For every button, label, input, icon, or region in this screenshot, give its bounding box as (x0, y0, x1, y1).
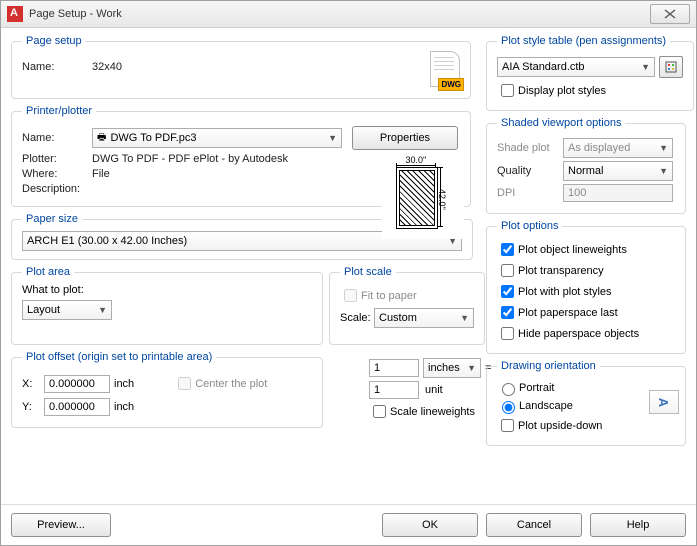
printer-legend: Printer/plotter (22, 105, 96, 117)
plot-scale-legend: Plot scale (340, 266, 396, 278)
x-unit: inch (114, 378, 134, 390)
plot-area-legend: Plot area (22, 266, 74, 278)
page-setup-name: 32x40 (92, 61, 122, 73)
plot-object-lineweights-checkbox[interactable] (501, 243, 514, 256)
chevron-down-icon: ▼ (456, 313, 469, 323)
dialog-footer: Preview... OK Cancel Help (1, 504, 696, 545)
ok-button[interactable]: OK (382, 513, 478, 537)
scale-lineweights-checkbox[interactable] (373, 405, 386, 418)
shade-plot-combo: As displayed ▼ (563, 138, 673, 158)
chevron-down-icon: ▼ (655, 143, 668, 153)
palette-icon (665, 61, 677, 73)
shade-plot-label: Shade plot (497, 142, 563, 154)
printer-name-label: Name: (22, 132, 92, 144)
scale-combo[interactable]: Custom ▼ (374, 308, 474, 328)
landscape-radio[interactable] (502, 401, 515, 414)
plot-with-plot-styles-checkbox[interactable] (501, 285, 514, 298)
offset-y-input[interactable] (44, 398, 110, 416)
scale-factor-2-input[interactable] (369, 381, 419, 399)
paper-preview-width: 30.0'' (396, 155, 436, 165)
plot-options-legend: Plot options (497, 220, 562, 232)
shaded-legend: Shaded viewport options (497, 117, 625, 129)
close-icon (664, 9, 676, 19)
hide-paperspace-objects-checkbox[interactable] (501, 327, 514, 340)
preview-button[interactable]: Preview... (11, 513, 111, 537)
paper-preview: 30.0'' 42.0'' (382, 153, 464, 239)
page-setup-group: Page setup Name: 32x40 DWG (11, 35, 471, 99)
plot-offset-group: Plot offset (origin set to printable are… (11, 351, 323, 428)
scale-lineweights-label: Scale lineweights (390, 406, 475, 418)
plot-area-combo[interactable]: Layout ▼ (22, 300, 112, 320)
shaded-viewport-group: Shaded viewport options Shade plot As di… (486, 117, 686, 214)
dwg-icon: DWG (426, 51, 464, 91)
fit-to-paper-label: Fit to paper (361, 290, 417, 302)
page-setup-dialog: Page Setup - Work Page setup Name: 32x40… (0, 0, 697, 546)
titlebar: Page Setup - Work (1, 1, 696, 28)
app-icon (7, 6, 23, 22)
chevron-down-icon: ▼ (655, 166, 668, 176)
printer-name-combo[interactable]: 🖶 DWG To PDF.pc3 ▼ (92, 128, 342, 148)
offset-x-input[interactable] (44, 375, 110, 393)
window-title: Page Setup - Work (29, 8, 122, 20)
what-to-plot-label: What to plot: (22, 284, 312, 296)
display-plot-styles-label: Display plot styles (518, 85, 606, 97)
name-label: Name: (22, 61, 92, 73)
plot-style-legend: Plot style table (pen assignments) (497, 35, 670, 47)
plot-transparency-checkbox[interactable] (501, 264, 514, 277)
unit-label: unit (425, 384, 443, 396)
chevron-down-icon: ▼ (463, 363, 476, 373)
edit-plot-style-button[interactable] (659, 56, 683, 78)
scale-label: Scale: (340, 312, 374, 324)
where-label: Where: (22, 168, 92, 180)
y-unit: inch (114, 401, 134, 413)
cancel-button[interactable]: Cancel (486, 513, 582, 537)
plot-area-group: Plot area What to plot: Layout ▼ (11, 266, 323, 345)
fit-to-paper-checkbox (344, 289, 357, 302)
description-label: Description: (22, 183, 92, 195)
quality-label: Quality (497, 165, 563, 177)
chevron-down-icon: ▼ (324, 133, 337, 143)
plot-style-table-group: Plot style table (pen assignments) AIA S… (486, 35, 694, 111)
page-setup-legend: Page setup (22, 35, 86, 47)
x-label: X: (22, 378, 44, 390)
plot-offset-legend: Plot offset (origin set to printable are… (22, 351, 216, 363)
dpi-input (563, 184, 673, 202)
printer-icon: 🖶 (97, 130, 106, 147)
center-plot-label: Center the plot (195, 378, 267, 390)
paper-size-legend: Paper size (22, 213, 82, 225)
paper-preview-height: 42.0'' (437, 189, 447, 210)
help-button[interactable]: Help (590, 513, 686, 537)
where-value: File (92, 168, 110, 180)
scale-units-combo[interactable]: inches ▼ (423, 358, 481, 378)
plot-scale-group: Plot scale Fit to paper Scale: Custom ▼ (329, 266, 485, 345)
printer-plotter-group: Printer/plotter Name: 🖶 DWG To PDF.pc3 ▼… (11, 105, 471, 207)
properties-button[interactable]: Properties (352, 126, 458, 150)
orientation-icon: A (649, 390, 679, 414)
portrait-radio[interactable] (502, 383, 515, 396)
plotter-value: DWG To PDF - PDF ePlot - by Autodesk (92, 153, 288, 165)
close-button[interactable] (650, 4, 690, 24)
dpi-label: DPI (497, 187, 563, 199)
plot-paperspace-last-checkbox[interactable] (501, 306, 514, 319)
scale-factor-1-input[interactable] (369, 359, 419, 377)
chevron-down-icon: ▼ (94, 305, 107, 315)
y-label: Y: (22, 401, 44, 413)
plot-style-combo[interactable]: AIA Standard.ctb ▼ (497, 57, 655, 77)
orientation-legend: Drawing orientation (497, 360, 600, 372)
plot-upside-down-checkbox[interactable] (501, 419, 514, 432)
chevron-down-icon: ▼ (637, 62, 650, 72)
plot-options-group: Plot options Plot object lineweights Plo… (486, 220, 686, 354)
center-plot-checkbox (178, 377, 191, 390)
plotter-label: Plotter: (22, 153, 92, 165)
display-plot-styles-checkbox[interactable] (501, 84, 514, 97)
quality-combo[interactable]: Normal ▼ (563, 161, 673, 181)
drawing-orientation-group: Drawing orientation Portrait Landscape P… (486, 360, 686, 446)
